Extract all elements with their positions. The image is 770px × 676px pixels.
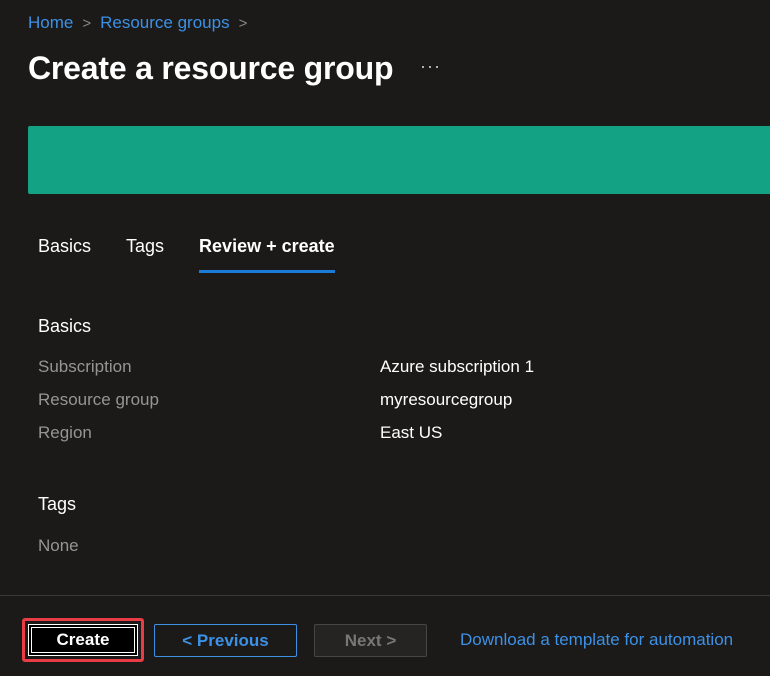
tab-tags[interactable]: Tags (126, 236, 164, 273)
breadcrumb-resource-groups-link[interactable]: Resource groups (100, 13, 229, 33)
create-button[interactable]: Create (28, 624, 138, 656)
basics-section-title: Basics (38, 316, 92, 336)
tags-section-title: Tags (38, 494, 77, 514)
breadcrumb-home-link[interactable]: Home (28, 13, 73, 33)
tags-value: None (38, 536, 79, 555)
chevron-right-icon: > (82, 14, 92, 32)
more-options-icon[interactable]: ··· (420, 56, 441, 77)
breadcrumb: Home > Resource groups > (28, 13, 256, 33)
page-title: Create a resource group (28, 50, 394, 86)
region-value: East US (380, 423, 443, 442)
tab-review-create[interactable]: Review + create (199, 236, 335, 273)
footer-divider (0, 595, 770, 596)
region-label: Region (38, 423, 92, 442)
resource-group-value: myresourcegroup (380, 390, 513, 409)
previous-button[interactable]: < Previous (154, 624, 297, 657)
tab-basics[interactable]: Basics (38, 236, 91, 273)
create-resource-group-page: Home > Resource groups > Create a resour… (0, 0, 770, 676)
download-template-link[interactable]: Download a template for automation (460, 630, 733, 650)
resource-group-label: Resource group (38, 390, 159, 409)
next-button[interactable]: Next > (314, 624, 427, 657)
wizard-tabs: Basics Tags Review + create (38, 236, 370, 273)
subscription-value: Azure subscription 1 (380, 357, 535, 376)
subscription-label: Subscription (38, 357, 132, 376)
chevron-right-icon: > (238, 14, 248, 32)
validation-accent-bar (28, 126, 770, 194)
